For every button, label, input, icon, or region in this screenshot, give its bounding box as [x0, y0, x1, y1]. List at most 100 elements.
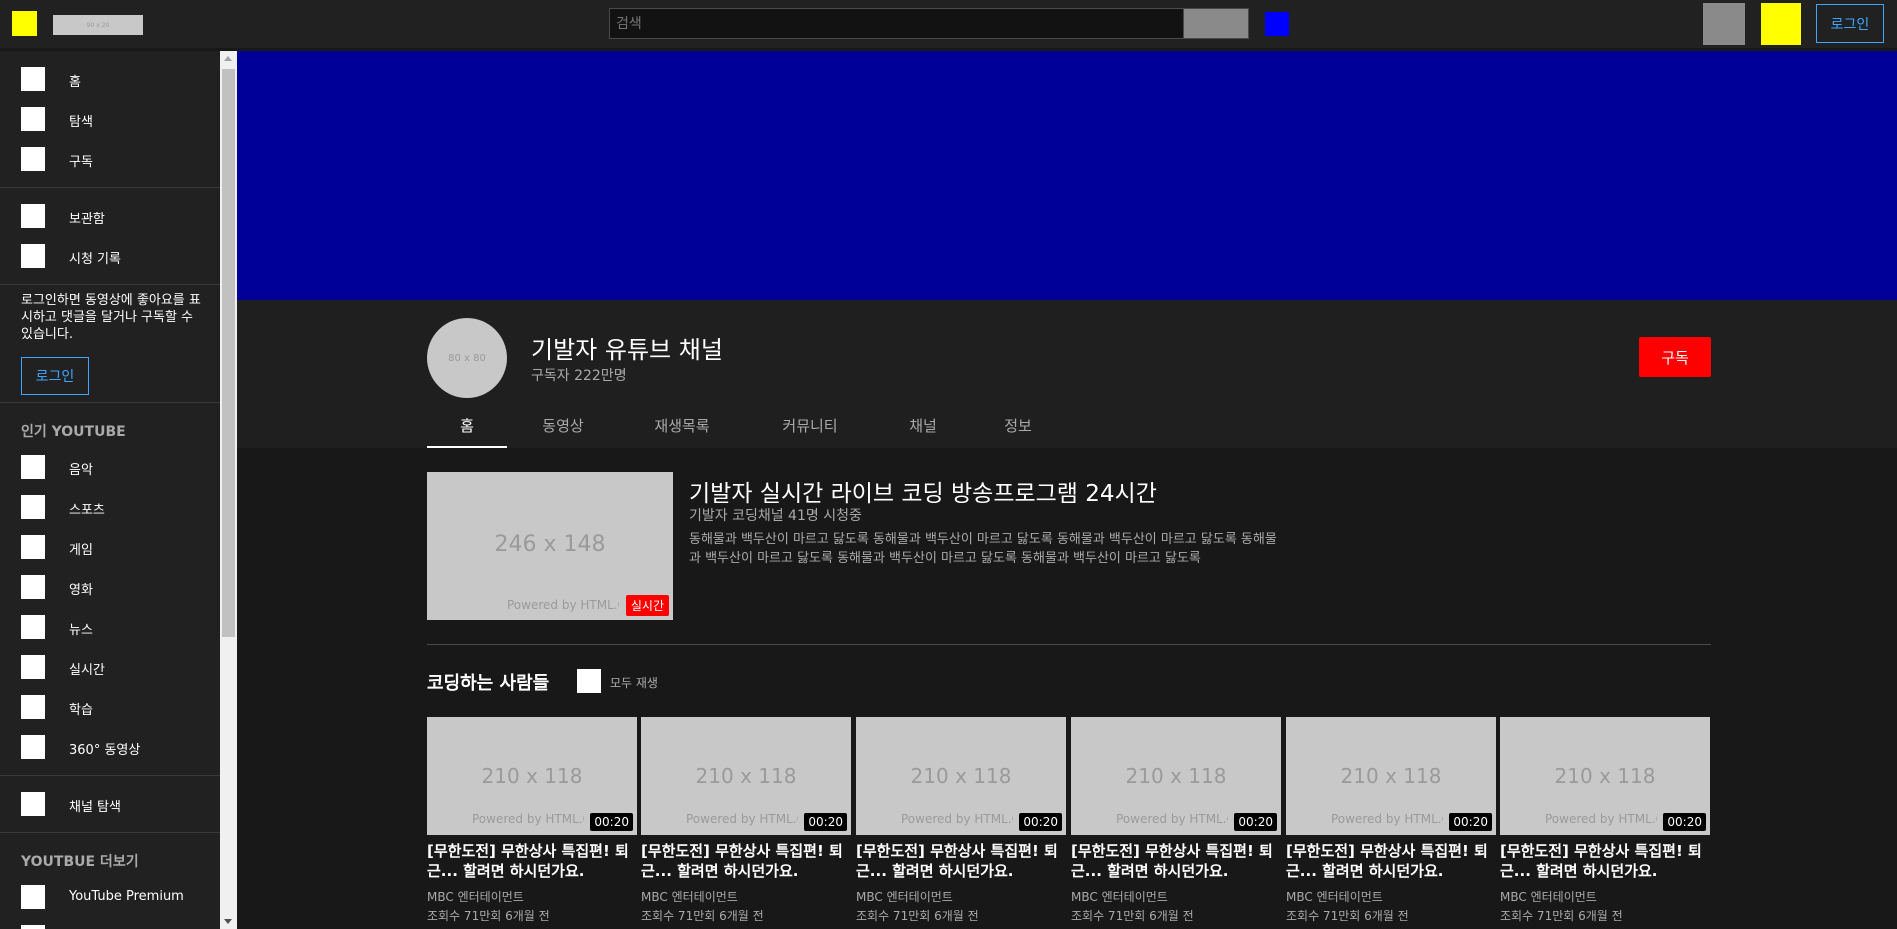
more-section-title: YOUTBUE 더보기 [21, 854, 139, 870]
video-thumbnail[interactable]: 210 x 118 Powered by HTML.COM 00:20 [856, 717, 1066, 835]
thumbnail-watermark: Powered by HTML.COM [507, 598, 619, 612]
video-channel[interactable]: MBC 엔터테이먼트 [856, 888, 953, 905]
video-card[interactable]: 210 x 118 Powered by HTML.COM 00:20 [무한도… [1286, 717, 1496, 929]
live-badge: 실시간 [625, 595, 669, 616]
sidebar-item-premium[interactable]: YouTube Premium [0, 877, 220, 917]
sidebar-item-label: 뉴스 [69, 623, 93, 638]
video-title[interactable]: [무한도전] 무한상사 특집편! 퇴근... 할려면 하시던가요. [1286, 841, 1496, 881]
tab-home[interactable]: 홈 [427, 405, 507, 448]
sidebar-divider [0, 187, 220, 188]
sidebar-item-browse-channels[interactable]: 채널 탐색 [0, 784, 220, 824]
tab-community[interactable]: 커뮤니티 [770, 405, 850, 448]
video-channel[interactable]: MBC 엔터테이먼트 [1071, 888, 1168, 905]
tab-videos[interactable]: 동영상 [521, 405, 605, 448]
home-icon [21, 67, 45, 91]
thumbnail-size-label: 210 x 118 [695, 764, 797, 788]
featured-video-title[interactable]: 기발자 실시간 라이브 코딩 방송프로그램 24시간 [689, 474, 1157, 508]
sidebar-item-learning[interactable]: 학습 [0, 687, 220, 727]
subscriber-count: 구독자 222만명 [531, 368, 627, 384]
header-login-button[interactable]: 로그인 [1816, 4, 1884, 43]
sidebar-divider [0, 832, 220, 833]
sidebar-scrollbar[interactable] [220, 51, 237, 929]
sidebar-item-subscriptions[interactable]: 구독 [0, 139, 220, 179]
thumbnail-watermark: Powered by HTML.COM [1331, 812, 1443, 826]
tab-channels[interactable]: 채널 [893, 405, 953, 448]
video-channel[interactable]: MBC 엔터테이먼트 [1286, 888, 1383, 905]
search-input[interactable] [609, 8, 1184, 39]
video-thumbnail[interactable]: 210 x 118 Powered by HTML.COM 00:20 [1071, 717, 1281, 835]
tab-about[interactable]: 정보 [988, 405, 1048, 448]
sidebar-item-label: 360° 동영상 [69, 743, 141, 758]
login-prompt-text: 로그인하면 동영상에 좋아요를 표시하고 댓글을 달거나 구독할 수 있습니다. [21, 293, 201, 342]
video-title[interactable]: [무한도전] 무한상사 특집편! 퇴근... 할려면 하시던가요. [427, 841, 637, 881]
sidebar-item-gaming[interactable]: 게임 [0, 527, 220, 567]
360-video-icon [21, 735, 45, 759]
video-channel[interactable]: MBC 엔터테이먼트 [641, 888, 738, 905]
sidebar-item-label: 실시간 [69, 663, 105, 678]
thumbnail-size-label: 210 x 118 [910, 764, 1012, 788]
sidebar-item-label: 게임 [69, 543, 93, 558]
video-thumbnail[interactable]: 210 x 118 Powered by HTML.COM 00:20 [1500, 717, 1710, 835]
top-header: 90 x 20 로그인 [0, 0, 1897, 48]
video-thumbnail[interactable]: 210 x 118 Powered by HTML.COM 00:20 [1286, 717, 1496, 835]
gaming-icon [21, 535, 45, 559]
thumbnail-watermark: Powered by HTML.COM [472, 812, 584, 826]
settings-icon[interactable] [1761, 3, 1801, 45]
video-thumbnail[interactable]: 210 x 118 Powered by HTML.COM 00:20 [641, 717, 851, 835]
scroll-up-icon[interactable] [224, 56, 232, 61]
sidebar-item-label: 시청 기록 [69, 252, 121, 267]
sidebar-item-360-video[interactable]: 360° 동영상 [0, 727, 220, 767]
scroll-down-icon[interactable] [224, 919, 232, 924]
channel-avatar[interactable]: 80 x 80 [427, 318, 507, 398]
sidebar-item-movies[interactable]: 영화 [0, 567, 220, 607]
search-button[interactable] [1183, 8, 1249, 39]
featured-video-thumbnail[interactable]: 246 x 148 Powered by HTML.COM 실시간 [427, 472, 673, 620]
video-card[interactable]: 210 x 118 Powered by HTML.COM 00:20 [무한도… [856, 717, 1066, 929]
shelf-title[interactable]: 코딩하는 사람들 [427, 669, 549, 695]
sidebar-item-next[interactable] [0, 917, 220, 929]
video-card[interactable]: 210 x 118 Powered by HTML.COM 00:20 [무한도… [1500, 717, 1710, 929]
sidebar-item-explore[interactable]: 탐색 [0, 99, 220, 139]
video-card[interactable]: 210 x 118 Powered by HTML.COM 00:20 [무한도… [641, 717, 851, 929]
video-channel[interactable]: MBC 엔터테이먼트 [427, 888, 524, 905]
sports-icon [21, 495, 45, 519]
sidebar-item-label: 영화 [69, 583, 93, 598]
play-all-icon[interactable] [577, 669, 601, 693]
featured-video-description: 동해물과 백두산이 마르고 닳도록 동해물과 백두산이 마르고 닳도록 동해물과… [689, 532, 1277, 566]
video-title[interactable]: [무한도전] 무한상사 특집편! 퇴근... 할려면 하시던가요. [641, 841, 851, 881]
video-card[interactable]: 210 x 118 Powered by HTML.COM 00:20 [무한도… [427, 717, 637, 929]
video-title[interactable]: [무한도전] 무한상사 특집편! 퇴근... 할려면 하시던가요. [1071, 841, 1281, 881]
youtube-logo[interactable]: 90 x 20 [53, 15, 143, 35]
video-title[interactable]: [무한도전] 무한상사 특집편! 퇴근... 할려면 하시던가요. [856, 841, 1066, 881]
sidebar-item-live[interactable]: 실시간 [0, 647, 220, 687]
sidebar-divider [0, 775, 220, 776]
video-channel[interactable]: MBC 엔터테이먼트 [1500, 888, 1597, 905]
content-divider [427, 644, 1711, 645]
subscribe-button[interactable]: 구독 [1639, 337, 1711, 377]
video-thumbnail[interactable]: 210 x 118 Powered by HTML.COM 00:20 [427, 717, 637, 835]
scroll-thumb[interactable] [222, 69, 235, 637]
thumbnail-size-label: 210 x 118 [1340, 764, 1442, 788]
video-card[interactable]: 210 x 118 Powered by HTML.COM 00:20 [무한도… [1071, 717, 1281, 929]
sidebar-item-history[interactable]: 시청 기록 [0, 236, 220, 276]
video-title[interactable]: [무한도전] 무한상사 특집편! 퇴근... 할려면 하시던가요. [1500, 841, 1710, 881]
video-duration: 00:20 [804, 813, 847, 831]
live-icon [21, 655, 45, 679]
tab-playlists[interactable]: 재생목록 [636, 405, 728, 448]
explore-icon [21, 107, 45, 131]
sidebar-item-sports[interactable]: 스포츠 [0, 487, 220, 527]
sidebar-item-music[interactable]: 음악 [0, 447, 220, 487]
thumbnail-size-label: 210 x 118 [1125, 764, 1227, 788]
sidebar-divider [0, 402, 220, 403]
sidebar-item-label: 채널 탐색 [69, 800, 121, 815]
menu-icon[interactable] [12, 11, 37, 36]
play-all-label[interactable]: 모두 재생 [610, 674, 658, 691]
sidebar-item-home[interactable]: 홈 [0, 59, 220, 99]
thumbnail-watermark: Powered by HTML.COM [1545, 812, 1657, 826]
sidebar-item-label: 구독 [69, 155, 93, 170]
sidebar-login-button[interactable]: 로그인 [21, 357, 89, 395]
voice-search-icon[interactable] [1265, 12, 1289, 36]
sidebar-item-library[interactable]: 보관함 [0, 196, 220, 236]
apps-icon[interactable] [1703, 3, 1745, 45]
sidebar-item-news[interactable]: 뉴스 [0, 607, 220, 647]
